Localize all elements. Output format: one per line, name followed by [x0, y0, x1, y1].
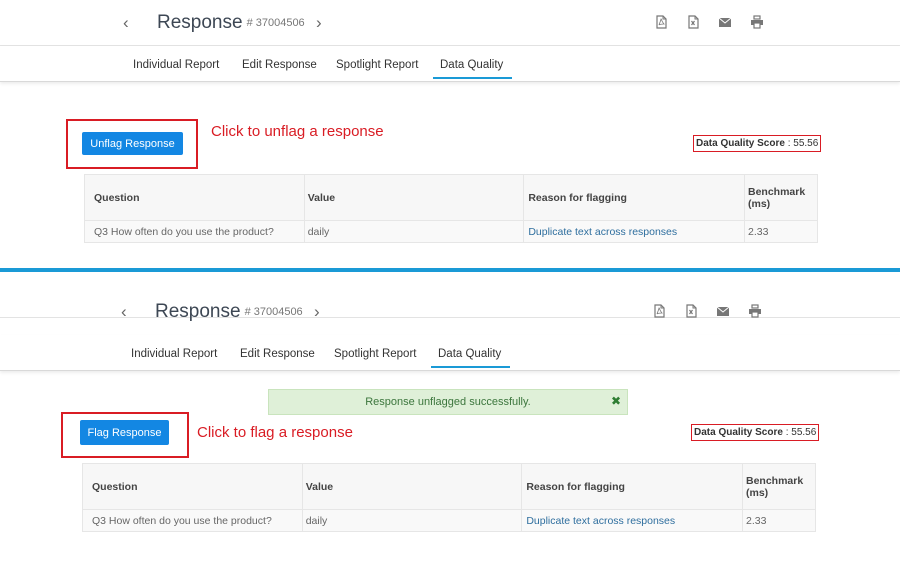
next-response-button[interactable]: ›	[316, 13, 322, 33]
table-header-row: Question Value Reason for flagging Bench…	[84, 174, 818, 221]
cell-benchmark: 2.33	[742, 509, 816, 532]
export-toolbar	[652, 304, 762, 318]
table-row: Q3 How often do you use the product? dai…	[84, 220, 818, 243]
column-header-value: Value	[303, 174, 525, 221]
column-header-question: Question	[82, 463, 303, 510]
score-label: Data Quality Score	[694, 427, 783, 438]
flag-table: Question Value Reason for flagging Bench…	[82, 463, 816, 532]
response-id: # 37004506	[244, 306, 303, 318]
score-label: Data Quality Score	[696, 138, 785, 149]
column-header-benchmark: Benchmark (ms)	[742, 463, 816, 510]
export-toolbar	[654, 15, 764, 29]
column-header-value: Value	[301, 463, 523, 510]
previous-response-button[interactable]: ‹	[123, 13, 129, 33]
top-panel: ‹ Response # 37004506 › Individual Report…	[0, 0, 900, 268]
tab-edit-response[interactable]: Edit Response	[240, 348, 315, 360]
close-icon[interactable]: ✖	[611, 394, 621, 408]
previous-response-button[interactable]: ‹	[121, 302, 127, 322]
score-value: 55.56	[793, 138, 819, 149]
response-header: ‹ Response # 37004506 ›	[0, 272, 900, 322]
tab-spotlight-report[interactable]: Spotlight Report	[334, 348, 416, 360]
bottom-panel: ‹ Response # 37004506 › Individual Report…	[0, 272, 900, 579]
column-header-question: Question	[84, 174, 305, 221]
cell-value: daily	[303, 220, 525, 243]
page-title-text: Response	[157, 12, 243, 33]
cell-reason: Duplicate text across responses	[523, 220, 745, 243]
email-icon[interactable]	[718, 15, 732, 29]
success-toast: Response unflagged successfully. ✖	[268, 389, 628, 415]
cell-reason: Duplicate text across responses	[521, 509, 743, 532]
tab-edit-response[interactable]: Edit Response	[242, 59, 317, 71]
column-header-reason: Reason for flagging	[523, 174, 745, 221]
cell-benchmark: 2.33	[744, 220, 818, 243]
tab-data-quality[interactable]: Data Quality	[433, 59, 513, 79]
response-id: # 37004506	[246, 17, 305, 29]
print-icon[interactable]	[748, 304, 762, 318]
page-title-text: Response	[155, 301, 241, 322]
page-title: Response # 37004506	[157, 11, 305, 35]
score-separator: :	[782, 427, 792, 438]
unflag-response-button[interactable]: Unflag Response	[82, 132, 183, 155]
print-icon[interactable]	[750, 15, 764, 29]
tab-individual-report[interactable]: Individual Report	[133, 59, 219, 71]
pdf-icon[interactable]	[654, 15, 668, 29]
next-response-button[interactable]: ›	[314, 302, 320, 322]
unflag-callout-text: Click to unflag a response	[211, 123, 384, 140]
email-icon[interactable]	[716, 304, 730, 318]
toast-message: Response unflagged successfully.	[365, 396, 531, 408]
flag-table: Question Value Reason for flagging Bench…	[84, 174, 818, 243]
flag-response-button[interactable]: Flag Response	[80, 420, 169, 445]
excel-icon[interactable]	[684, 304, 698, 318]
table-header-row: Question Value Reason for flagging Bench…	[82, 463, 816, 510]
column-header-reason: Reason for flagging	[521, 463, 743, 510]
flag-callout-text: Click to flag a response	[197, 424, 353, 441]
report-tabs: Individual Report Edit Response Spotligh…	[0, 46, 900, 82]
report-tabs: Individual Report Edit Response Spotligh…	[0, 335, 900, 371]
data-quality-score: Data Quality Score : 55.56	[691, 424, 820, 441]
column-header-benchmark: Benchmark (ms)	[744, 174, 818, 221]
tab-individual-report[interactable]: Individual Report	[131, 348, 217, 360]
score-value: 55.56	[791, 427, 817, 438]
score-separator: :	[784, 138, 794, 149]
page-title: Response # 37004506	[155, 300, 303, 324]
excel-icon[interactable]	[686, 15, 700, 29]
cell-value: daily	[301, 509, 523, 532]
response-header: ‹ Response # 37004506 ›	[0, 0, 900, 46]
tab-data-quality[interactable]: Data Quality	[431, 348, 511, 368]
data-quality-score: Data Quality Score : 55.56	[693, 135, 822, 152]
cell-question: Q3 How often do you use the product?	[84, 220, 305, 243]
table-row: Q3 How often do you use the product? dai…	[82, 509, 816, 532]
tab-spotlight-report[interactable]: Spotlight Report	[336, 59, 418, 71]
pdf-icon[interactable]	[652, 304, 666, 318]
cell-question: Q3 How often do you use the product?	[82, 509, 303, 532]
